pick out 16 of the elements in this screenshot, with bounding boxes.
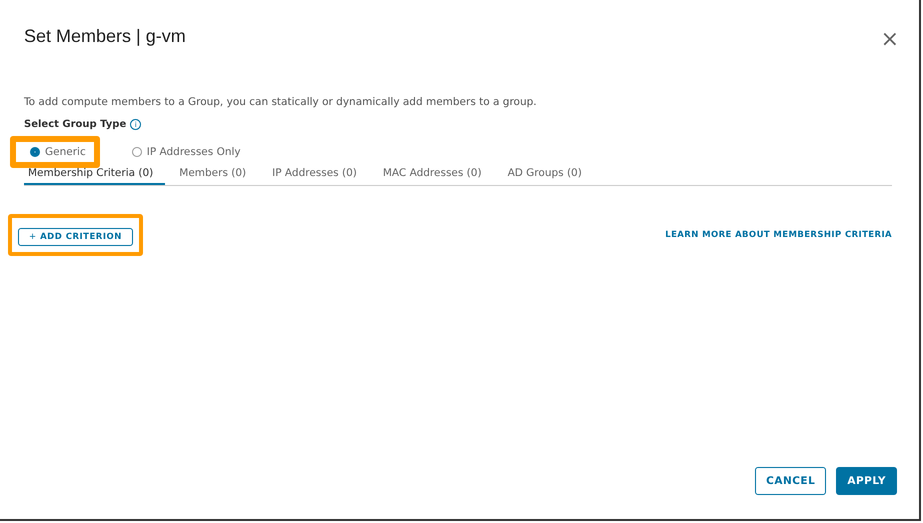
tab[interactable]: MAC Addresses (0) bbox=[378, 161, 494, 185]
radio-button[interactable] bbox=[132, 147, 142, 157]
learn-more-link[interactable]: LEARN MORE ABOUT MEMBERSHIP CRITERIA bbox=[665, 230, 892, 240]
radio-button[interactable] bbox=[30, 147, 40, 157]
radio-label[interactable]: Generic bbox=[45, 146, 86, 158]
add-criterion-button[interactable]: + ADD CRITERION bbox=[18, 228, 133, 246]
apply-button[interactable]: APPLY bbox=[836, 467, 897, 495]
tab[interactable]: IP Addresses (0) bbox=[268, 161, 369, 185]
group-type-label: Select Group Type bbox=[24, 119, 126, 130]
dialog-title: Set Members | g-vm bbox=[24, 26, 186, 46]
tab[interactable]: Members (0) bbox=[175, 161, 258, 185]
tab[interactable]: AD Groups (0) bbox=[504, 161, 594, 185]
tab[interactable]: Membership Criteria (0) bbox=[24, 161, 166, 185]
radio-label[interactable]: IP Addresses Only bbox=[146, 146, 241, 158]
cancel-button[interactable]: CANCEL bbox=[755, 467, 826, 495]
description-text: To add compute members to a Group, you can statically or dynamically add members to a group. bbox=[24, 96, 538, 108]
